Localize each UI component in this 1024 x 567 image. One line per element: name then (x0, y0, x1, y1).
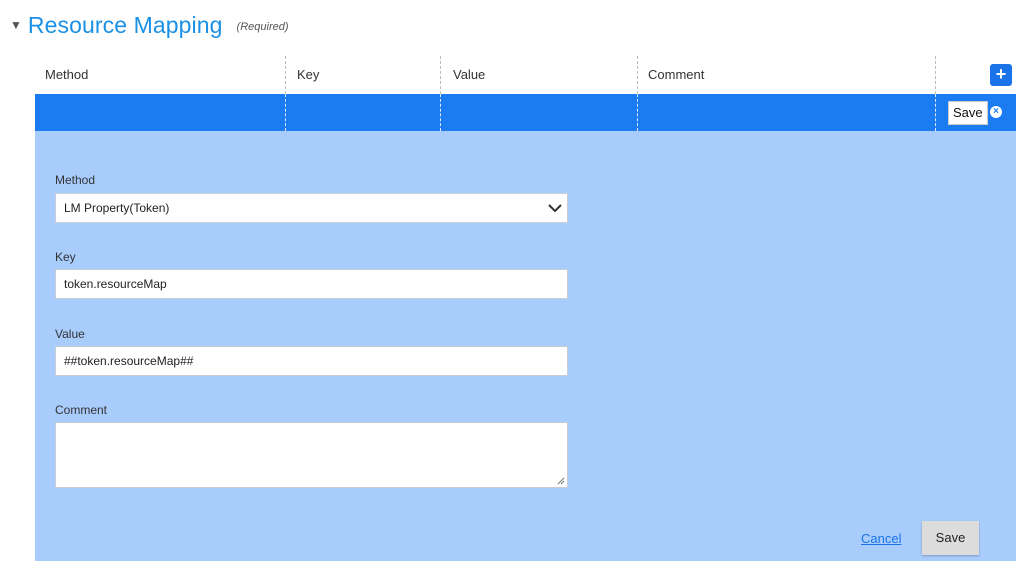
section-header[interactable]: ▼ Resource Mapping (Required) (10, 8, 289, 42)
comment-label: Comment (55, 403, 108, 417)
column-divider (440, 94, 441, 131)
column-divider (285, 94, 286, 131)
column-divider (637, 56, 638, 94)
value-input[interactable]: ##token.resourceMap## (55, 346, 568, 376)
method-select-value: LM Property(Token) (64, 201, 170, 215)
comment-textarea[interactable] (55, 422, 568, 488)
resource-mapping-table: Method Key Value Comment + Save × Method… (35, 56, 1016, 561)
column-divider (440, 56, 441, 94)
collapse-triangle-icon[interactable]: ▼ (10, 19, 22, 31)
method-select[interactable]: LM Property(Token) (55, 193, 568, 223)
save-button[interactable]: Save (922, 521, 979, 555)
key-label: Key (55, 250, 76, 264)
row-save-button[interactable]: Save (948, 101, 988, 125)
value-input-value: ##token.resourceMap## (64, 354, 194, 368)
cancel-button[interactable]: Cancel (861, 531, 901, 546)
required-note: (Required) (236, 21, 289, 33)
add-row-button[interactable]: + (990, 64, 1012, 86)
column-divider (935, 94, 936, 131)
chevron-down-icon (548, 204, 562, 213)
key-input[interactable]: token.resourceMap (55, 269, 568, 299)
edit-form-panel: Method LM Property(Token) Key token.reso… (35, 131, 1016, 561)
close-icon[interactable]: × (990, 106, 1002, 118)
column-header-key: Key (297, 67, 320, 82)
column-header-value: Value (453, 67, 486, 82)
column-divider (285, 56, 286, 94)
resize-handle-icon[interactable] (557, 477, 565, 485)
section-title: Resource Mapping (27, 11, 223, 38)
key-input-value: token.resourceMap (64, 277, 167, 291)
table-header-row: Method Key Value Comment + (35, 56, 1016, 94)
column-divider (637, 94, 638, 131)
method-label: Method (55, 173, 96, 187)
column-divider (935, 56, 936, 94)
column-header-method: Method (45, 67, 89, 82)
editing-row[interactable]: Save × (35, 94, 1016, 131)
column-header-comment: Comment (648, 67, 705, 82)
value-label: Value (55, 327, 85, 341)
